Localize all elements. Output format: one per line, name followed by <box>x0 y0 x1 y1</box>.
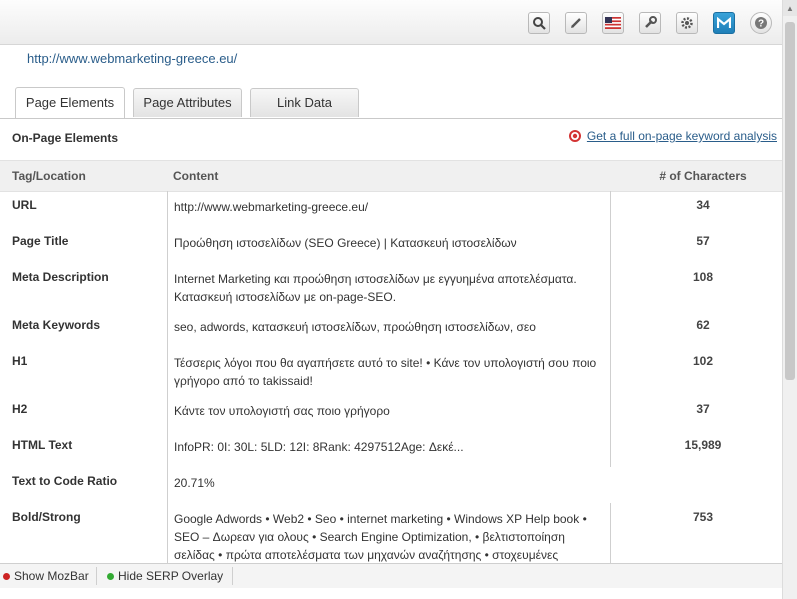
green-dot-icon <box>107 572 114 580</box>
header-content: Content <box>173 169 219 183</box>
settings-button[interactable] <box>676 12 698 34</box>
gear-icon <box>681 17 693 29</box>
bottom-strip <box>0 588 782 599</box>
table-row: URL http://www.webmarketing-greece.eu/ 3… <box>0 190 782 226</box>
row-tag: Text to Code Ratio <box>12 474 118 488</box>
table-row: H1 Τέσσερις λόγοι που θα αγαπήσετε αυτό … <box>0 346 782 394</box>
keyword-analysis-link[interactable]: Get a full on-page keyword analysis <box>568 129 777 143</box>
country-button[interactable] <box>602 12 624 34</box>
svg-text:?: ? <box>758 19 764 30</box>
tab-page-elements[interactable]: Page Elements <box>15 87 125 118</box>
row-tag: URL <box>12 198 37 212</box>
row-content: Internet Marketing και προώθηση ιστοσελί… <box>174 272 577 304</box>
toolbar: ? <box>0 0 782 45</box>
table-row: HTML Text InfoPR: 0I: 30L: 5LD: 12I: 8Ra… <box>0 430 782 466</box>
row-chars: 108 <box>692 270 714 284</box>
row-content: Google Adwords • Web2 • Seo • internet m… <box>174 512 587 562</box>
row-content: Προώθηση ιστοσελίδων (SEO Greece) | Κατα… <box>174 236 517 250</box>
table-row: Text to Code Ratio 20.71% <box>0 466 782 502</box>
wrench-icon <box>645 16 657 28</box>
scroll-up-icon[interactable]: ▲ <box>783 0 797 16</box>
row-tag: Meta Keywords <box>12 318 101 332</box>
row-content: Τέσσερις λόγοι που θα αγαπήσετε αυτό το … <box>174 356 597 388</box>
row-content: Κάντε τον υπολογιστή σας ποιο γρήγορο <box>174 404 390 418</box>
row-content: InfoPR: 0I: 30L: 5LD: 12I: 8Rank: 429751… <box>174 440 464 454</box>
table-row: Meta Description Internet Marketing και … <box>0 262 782 310</box>
row-tag: Page Title <box>12 234 69 248</box>
flag-icon <box>605 17 621 29</box>
row-chars: 62 <box>696 318 710 332</box>
pencil-icon <box>571 18 581 28</box>
table-row: Bold/Strong Google Adwords • Web2 • Seo … <box>0 502 782 563</box>
keyword-analysis-link-label: Get a full on-page keyword analysis <box>586 129 777 143</box>
red-dot-icon <box>3 572 10 580</box>
row-chars: 57 <box>696 234 710 248</box>
show-mozbar-button[interactable]: Show MozBar <box>3 564 89 588</box>
row-chars: 753 <box>692 510 714 524</box>
section-title: On-Page Elements <box>12 131 119 145</box>
header-tag: Tag/Location <box>12 169 86 183</box>
highlight-button[interactable] <box>565 12 587 34</box>
row-content: 20.71% <box>174 476 215 490</box>
scroll-thumb[interactable] <box>785 22 795 380</box>
tab-bar: Page Elements Page Attributes Link Data <box>0 87 782 119</box>
row-tag: HTML Text <box>12 438 73 452</box>
row-chars: 15,989 <box>684 438 722 452</box>
page-url: http://www.webmarketing-greece.eu/ <box>27 51 238 66</box>
header-chars: # of Characters <box>659 169 747 183</box>
target-icon <box>568 130 581 142</box>
hide-serp-overlay-label: Hide SERP Overlay <box>118 569 224 583</box>
help-icon: ? <box>755 17 767 30</box>
bottom-bar-divider <box>96 567 97 585</box>
tab-page-attributes[interactable]: Page Attributes <box>133 88 242 117</box>
row-content: seo, adwords, κατασκευή ιστοσελίδων, προ… <box>174 320 536 334</box>
table-row: H2 Κάντε τον υπολογιστή σας ποιο γρήγορο… <box>0 394 782 430</box>
scrollbar[interactable]: ▲ <box>782 0 797 599</box>
bottom-bar-divider <box>232 567 233 585</box>
bottom-bar: Show MozBar Hide SERP Overlay <box>0 563 782 589</box>
table-header: Tag/Location Content # of Characters <box>0 160 782 192</box>
table-row: Meta Keywords seo, adwords, κατασκευή ισ… <box>0 310 782 346</box>
row-content: http://www.webmarketing-greece.eu/ <box>174 200 369 214</box>
table-row: Page Title Προώθηση ιστοσελίδων (SEO Gre… <box>0 226 782 262</box>
hide-serp-overlay-button[interactable]: Hide SERP Overlay <box>107 564 223 588</box>
row-tag: H1 <box>12 354 28 368</box>
tab-link-data[interactable]: Link Data <box>250 88 359 117</box>
help-button[interactable]: ? <box>750 12 772 34</box>
moz-button[interactable] <box>713 12 735 34</box>
tools-button[interactable] <box>639 12 661 34</box>
row-chars: 102 <box>692 354 714 368</box>
row-tag: Bold/Strong <box>12 510 81 524</box>
row-chars: 37 <box>696 402 710 416</box>
row-tag: H2 <box>12 402 28 416</box>
moz-m-icon <box>717 17 731 28</box>
search-button[interactable] <box>528 12 550 34</box>
search-icon <box>533 17 546 30</box>
show-mozbar-label: Show MozBar <box>14 569 89 583</box>
row-chars: 34 <box>696 198 710 212</box>
row-tag: Meta Description <box>12 270 109 284</box>
